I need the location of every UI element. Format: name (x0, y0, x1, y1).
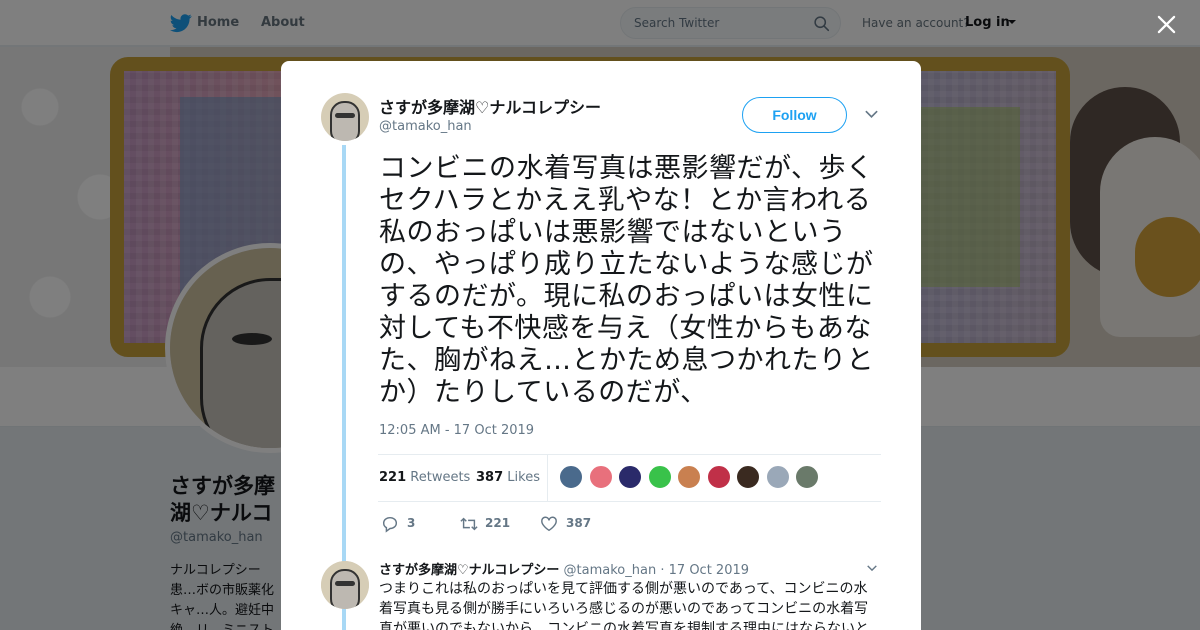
tweet-timestamp[interactable]: 12:05 AM - 17 Oct 2019 (379, 423, 534, 438)
reply-count: 3 (407, 516, 416, 530)
reply-date[interactable]: 17 Oct 2019 (669, 563, 749, 578)
liker-avatar[interactable] (647, 465, 672, 489)
liker-avatar[interactable] (795, 465, 819, 489)
retweets-count: 221 (379, 470, 407, 485)
likes-stat[interactable]: 387 Likes (476, 470, 540, 485)
retweet-count: 221 (485, 516, 511, 530)
reply-author-avatar[interactable] (321, 561, 369, 609)
author-avatar[interactable] (321, 93, 369, 141)
liker-avatar[interactable] (706, 465, 731, 489)
reply-header: さすが多摩湖♡ナルコレプシー @tamako_han · 17 Oct 2019 (379, 559, 749, 578)
likes-label: Likes (507, 470, 540, 485)
heart-icon (541, 516, 557, 532)
reply-author-name[interactable]: さすが多摩湖♡ナルコレプシー (379, 563, 559, 578)
tweet-actions: 3 221 387 (379, 514, 699, 534)
stats-divider (547, 455, 548, 501)
likes-count: 387 (476, 470, 504, 485)
liker-avatar[interactable] (765, 465, 790, 489)
close-icon[interactable] (1157, 15, 1176, 34)
chevron-down-icon[interactable] (866, 564, 878, 572)
tweet-text: コンビニの水着写真は悪影響だが、歩くセクハラとかええ乳やな！とか言われる私のおっ… (379, 153, 874, 408)
reply-text: つまりこれは私のおっぱいを見て評価する側が悪いのであって、コンビニの水着写真も見… (379, 581, 869, 630)
tweet-modal: さすが多摩湖♡ナルコレプシー @tamako_han Follow コンビニの水… (281, 61, 921, 630)
retweets-label: Retweets (410, 470, 471, 485)
reply-separator: · (660, 563, 665, 578)
liker-avatar[interactable] (588, 465, 613, 489)
liker-avatar[interactable] (559, 465, 583, 489)
tweet-stats: 221 Retweets 387 Likes (378, 454, 881, 502)
retweet-icon (460, 517, 478, 531)
reply-icon (382, 516, 398, 533)
liker-avatar[interactable] (736, 465, 760, 489)
like-count: 387 (566, 516, 592, 530)
liker-avatar[interactable] (618, 465, 642, 489)
retweets-stat[interactable]: 221 Retweets (379, 470, 470, 485)
liker-avatar[interactable] (677, 465, 701, 489)
reply-author-handle[interactable]: @tamako_han (564, 563, 657, 578)
author-handle[interactable]: @tamako_han (379, 119, 472, 134)
author-name[interactable]: さすが多摩湖♡ナルコレプシー (379, 94, 601, 118)
chevron-down-icon[interactable] (864, 109, 879, 119)
thread-connector-line (342, 145, 346, 630)
follow-button[interactable]: Follow (742, 97, 847, 133)
